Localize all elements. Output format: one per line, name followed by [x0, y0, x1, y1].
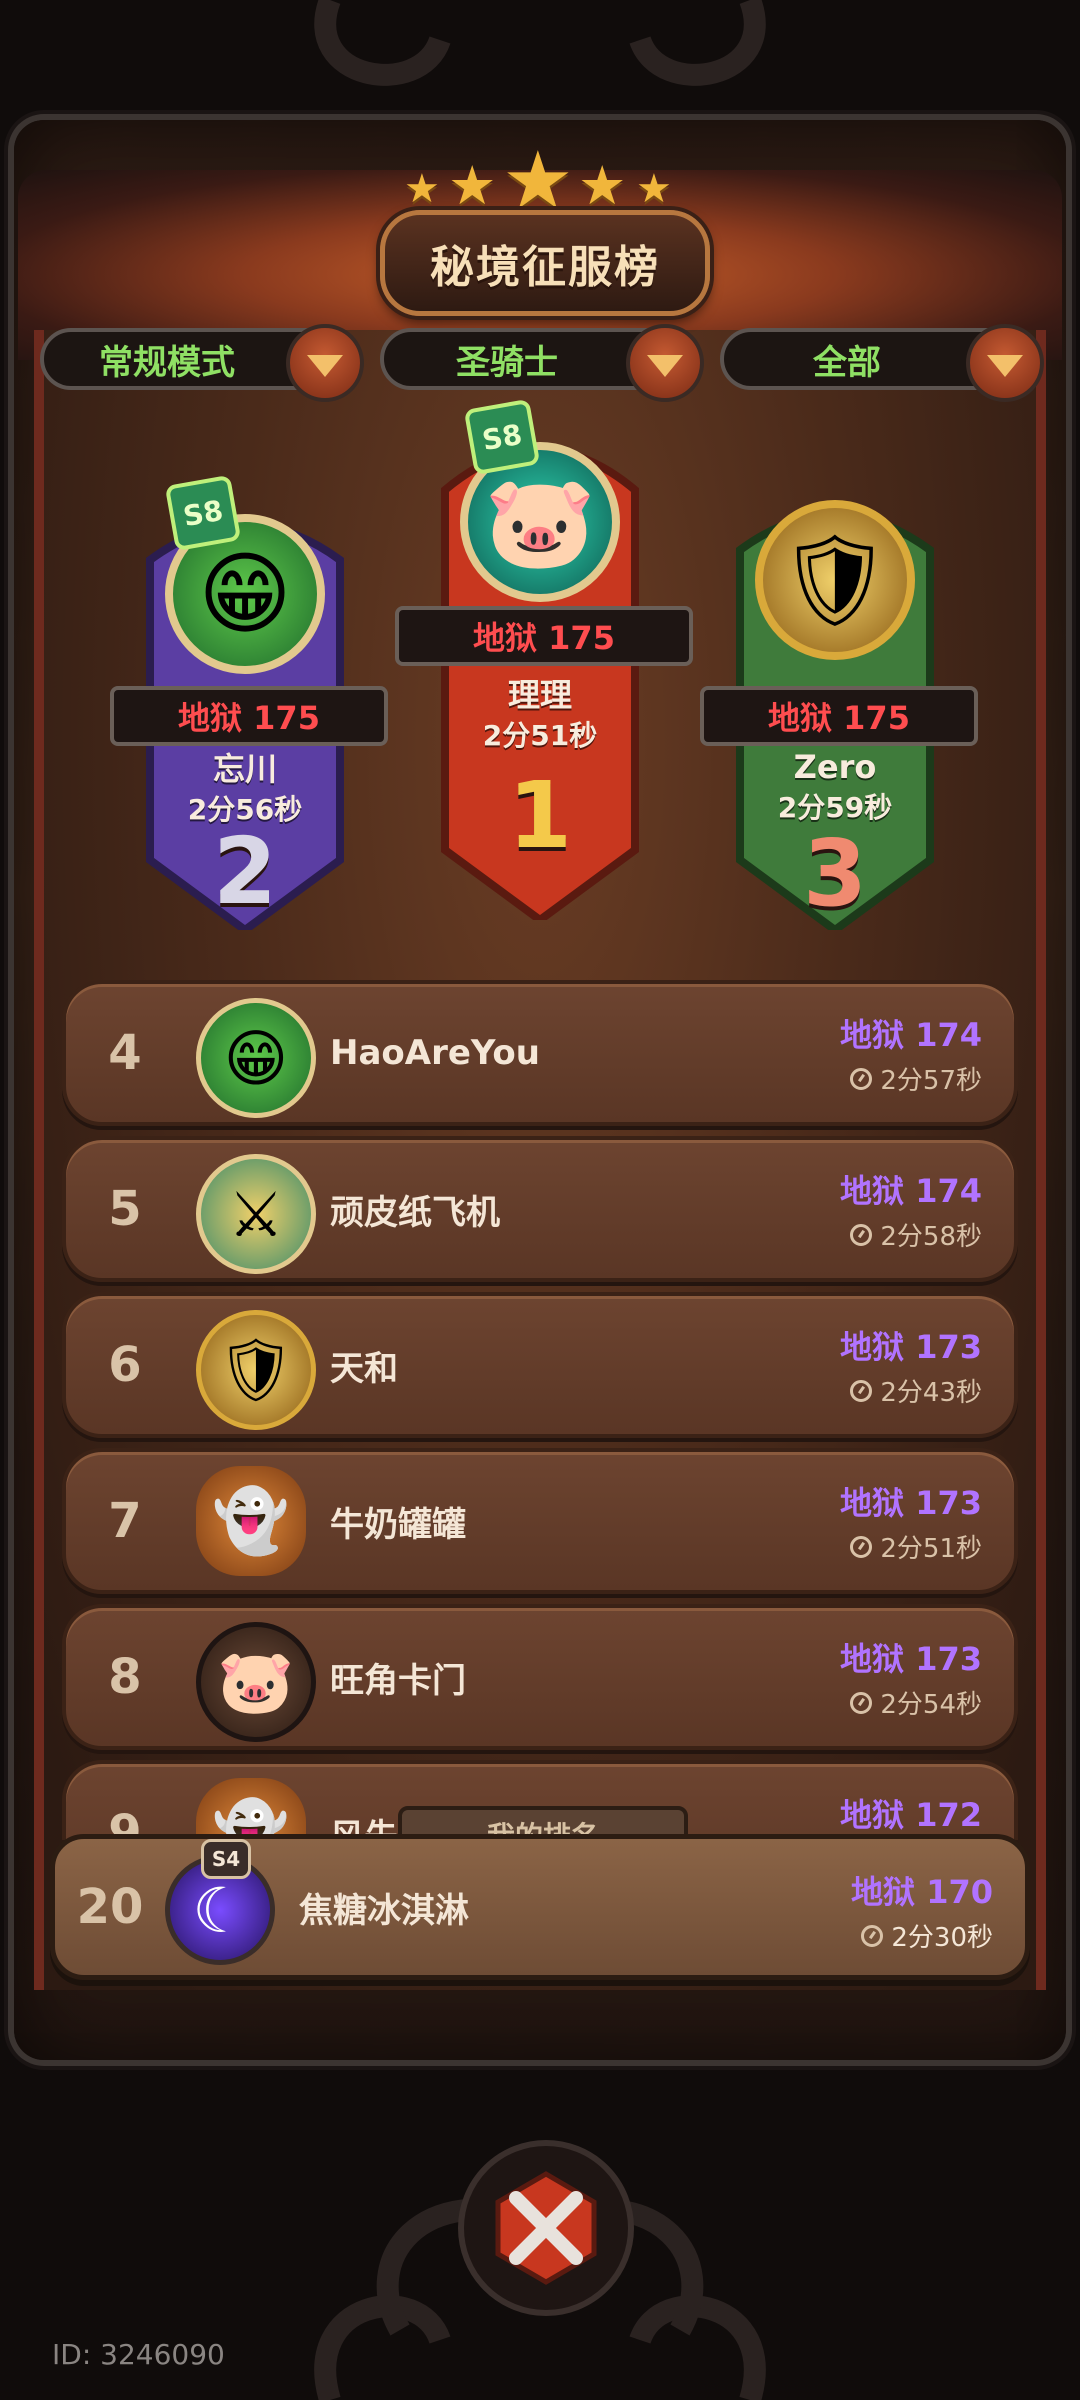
season-badge: S8	[164, 474, 242, 552]
list-item[interactable]: 6 🛡 天和 地狱 173 2分43秒	[62, 1292, 1018, 1438]
clock-icon	[850, 1067, 873, 1090]
class-dropdown-button[interactable]	[626, 324, 704, 402]
list-item[interactable]: 7 👻 牛奶罐罐 地狱 173 2分51秒	[62, 1448, 1018, 1594]
class-filter-label: 圣骑士	[456, 342, 558, 383]
avatar: 👻	[196, 1778, 306, 1840]
player-score: 地狱 173	[840, 1484, 982, 1522]
avatar: 😁	[196, 998, 316, 1118]
clock-icon	[861, 1924, 884, 1947]
player-score: 地狱 174	[840, 1016, 982, 1054]
player-name: 天和	[330, 1348, 398, 1389]
avatar: 🛡	[196, 1310, 316, 1430]
class-filter[interactable]: 圣骑士	[380, 324, 704, 402]
player-score: 地狱 172	[840, 1796, 982, 1834]
mode-filter[interactable]: 常规模式	[40, 324, 364, 402]
player-time: 2分43秒	[850, 1372, 982, 1409]
player-time: 2分58秒	[850, 1216, 982, 1253]
rank-number: 5	[108, 1181, 142, 1237]
player-time: 2分54秒	[850, 1684, 982, 1721]
podium-score: 地狱 175	[395, 606, 693, 666]
triangle-down-icon	[307, 355, 343, 377]
time-value: 2分57秒	[880, 1066, 982, 1096]
podium-name: 忘川	[212, 750, 277, 788]
podium-second[interactable]: 😁 S8 地狱 175 忘川 2分56秒 2	[110, 474, 388, 930]
player-score: 地狱 174	[840, 1172, 982, 1210]
rank-number: 9	[108, 1805, 142, 1840]
clock-icon	[850, 1223, 873, 1246]
scope-dropdown-button[interactable]	[966, 324, 1044, 402]
time-value: 2分30秒	[891, 1923, 993, 1953]
player-name: 牛奶罐罐	[330, 1504, 466, 1545]
list-item[interactable]: 5 ⚔ 顽皮纸飞机 地狱 174 2分58秒	[62, 1136, 1018, 1282]
time-value: 2分58秒	[880, 1222, 982, 1252]
rank-number: 8	[108, 1649, 142, 1705]
player-time: 2分51秒	[850, 1528, 982, 1565]
triangle-down-icon	[647, 355, 683, 377]
page-title: 秘境征服榜	[430, 242, 660, 293]
podium-name: 理理	[507, 676, 572, 714]
podium-time: 2分51秒	[482, 719, 598, 752]
podium-first[interactable]: 🐷 S8 地狱 175 理理 2分51秒 1	[395, 398, 693, 920]
player-time: 2分30秒	[861, 1917, 993, 1954]
triangle-down-icon	[987, 355, 1023, 377]
star-icon: ★	[404, 166, 440, 212]
player-time: 2分57秒	[850, 1060, 982, 1097]
player-name: 顽皮纸飞机	[330, 1192, 500, 1233]
avatar: 👻	[196, 1466, 306, 1576]
player-name: HaoAreYou	[330, 1033, 540, 1073]
mode-filter-label: 常规模式	[99, 342, 235, 383]
rank-number: 20	[76, 1879, 144, 1935]
avatar: 🐷	[196, 1622, 316, 1742]
time-value: 2分51秒	[880, 1534, 982, 1564]
season-badge: S8	[463, 398, 541, 476]
rank-number: 4	[108, 1025, 142, 1081]
rank-number: 7	[108, 1493, 142, 1549]
podium-rank: 3	[802, 820, 867, 927]
star-icon: ★	[448, 154, 497, 217]
podium-third[interactable]: 🛡 地狱 175 Zero 2分59秒 3	[700, 490, 978, 930]
star-icon: ★	[578, 154, 627, 217]
time-value: 2分43秒	[880, 1378, 982, 1408]
rank-number: 6	[108, 1337, 142, 1393]
podium-score: 地狱 175	[110, 686, 388, 746]
user-id: ID: 3246090	[52, 2338, 225, 2371]
clock-icon	[850, 1691, 873, 1714]
close-button[interactable]	[458, 2140, 634, 2316]
mode-dropdown-button[interactable]	[286, 324, 364, 402]
player-name: 旺角卡门	[330, 1660, 466, 1701]
scope-filter-label: 全部	[813, 342, 881, 383]
time-value: 2分54秒	[880, 1690, 982, 1720]
avatar: 🛡	[755, 500, 915, 660]
ranking-list[interactable]: 4 😁 HaoAreYou 地狱 174 2分57秒 5 ⚔ 顽皮纸飞机 地狱 …	[0, 970, 1080, 1840]
star-icon: ★	[636, 166, 672, 212]
crossed-swords-icon	[495, 2171, 597, 2285]
podium-rank: 2	[212, 818, 277, 925]
rating-stars: ★ ★ ★ ★ ★	[0, 134, 1080, 227]
podium-name: Zero	[793, 748, 877, 786]
season-badge: S4	[201, 1839, 251, 1879]
clock-icon	[850, 1535, 873, 1558]
player-name: 风先	[330, 1816, 398, 1841]
player-name: 焦糖冰淇淋	[299, 1890, 469, 1931]
my-rank-row[interactable]: 20 ☾ S4 焦糖冰淇淋 地狱 170 2分30秒	[50, 1834, 1030, 1980]
podium-score: 地狱 175	[700, 686, 978, 746]
avatar: ⚔	[196, 1154, 316, 1274]
title-plate: 秘境征服榜	[380, 210, 710, 316]
list-item[interactable]: 8 🐷 旺角卡门 地狱 173 2分54秒	[62, 1604, 1018, 1750]
list-item[interactable]: 4 😁 HaoAreYou 地狱 174 2分57秒	[62, 980, 1018, 1126]
scope-filter[interactable]: 全部	[720, 324, 1044, 402]
podium-rank: 1	[507, 762, 572, 869]
player-score: 地狱 173	[840, 1328, 982, 1366]
player-score: 地狱 173	[840, 1640, 982, 1678]
clock-icon	[850, 1379, 873, 1402]
player-score: 地狱 170	[851, 1873, 993, 1911]
